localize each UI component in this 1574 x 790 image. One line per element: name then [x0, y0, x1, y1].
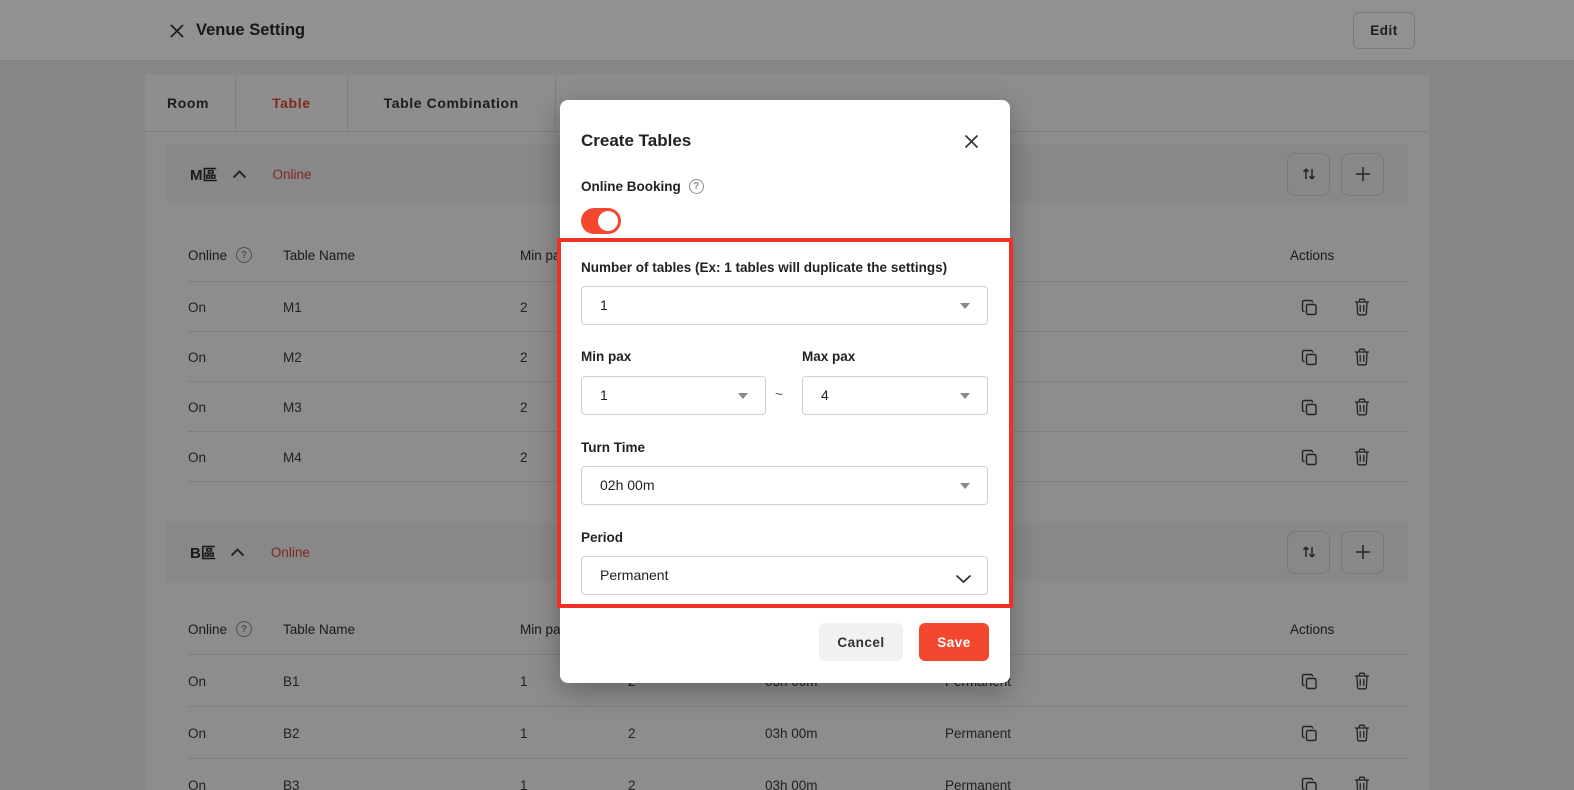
period-label: Period — [581, 530, 623, 545]
turn-time-select[interactable]: 02h 00m — [581, 466, 988, 505]
save-button[interactable]: Save — [919, 623, 989, 661]
help-icon[interactable]: ? — [689, 179, 704, 194]
create-tables-modal: Create Tables Online Booking? Number of … — [560, 100, 1010, 683]
caret-down-icon — [960, 393, 970, 399]
max-pax-label: Max pax — [802, 349, 855, 364]
modal-title: Create Tables — [581, 131, 691, 151]
venue-setting-screen: Venue Setting Edit Room Table Table Comb… — [0, 0, 1574, 790]
toggle-knob — [598, 211, 618, 231]
period-select[interactable]: Permanent — [581, 556, 988, 595]
cancel-button[interactable]: Cancel — [819, 623, 903, 661]
online-booking-toggle[interactable] — [581, 208, 621, 234]
close-icon[interactable] — [962, 132, 981, 151]
online-booking-label: Online Booking — [581, 179, 681, 194]
caret-down-icon — [738, 393, 748, 399]
caret-down-icon — [960, 303, 970, 309]
caret-down-icon — [960, 483, 970, 489]
tilde-separator: ~ — [775, 387, 783, 402]
number-of-tables-select[interactable]: 1 — [581, 286, 988, 325]
turn-time-label: Turn Time — [581, 440, 645, 455]
chevron-down-icon — [955, 571, 972, 589]
number-of-tables-label: Number of tables (Ex: 1 tables will dupl… — [581, 260, 947, 275]
max-pax-select[interactable]: 4 — [802, 376, 988, 415]
min-pax-label: Min pax — [581, 349, 631, 364]
min-pax-select[interactable]: 1 — [581, 376, 766, 415]
